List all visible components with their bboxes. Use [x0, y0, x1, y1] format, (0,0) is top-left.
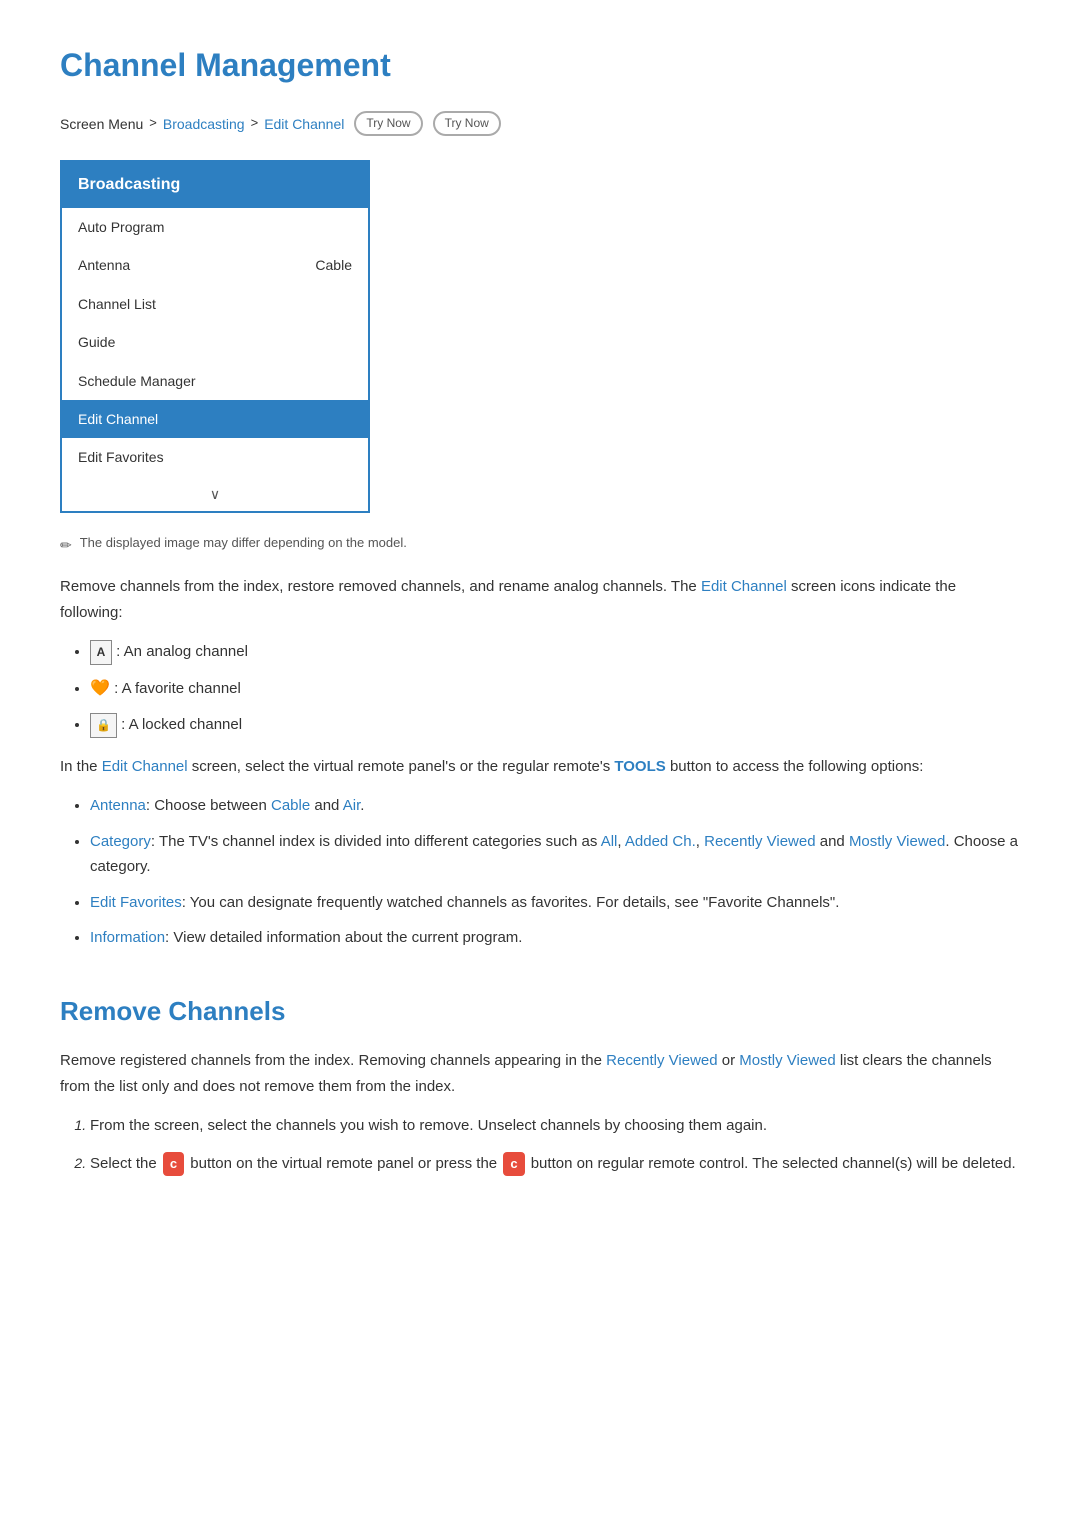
menu-item-edit-channel[interactable]: Edit Channel [62, 400, 368, 438]
menu-item-label: Auto Program [78, 216, 164, 238]
option-recently-viewed-link[interactable]: Recently Viewed [704, 833, 815, 850]
breadcrumb-link-broadcasting[interactable]: Broadcasting [163, 113, 245, 135]
menu-item-label: Guide [78, 331, 115, 353]
menu-item-channel-list[interactable]: Channel List [62, 285, 368, 323]
menu-item-value: Cable [315, 254, 352, 276]
option-information: Information: View detailed information a… [90, 925, 1020, 951]
edit-channel-link-1[interactable]: Edit Channel [701, 578, 787, 595]
menu-item-label: Schedule Manager [78, 370, 196, 392]
page-title: Channel Management [60, 40, 1020, 91]
breadcrumb-sep2: > [251, 113, 259, 134]
mostly-viewed-link[interactable]: Mostly Viewed [739, 1052, 835, 1069]
note-text: The displayed image may differ depending… [80, 533, 407, 554]
tools-paragraph: In the Edit Channel screen, select the v… [60, 754, 1020, 780]
option-mostly-viewed-link[interactable]: Mostly Viewed [849, 833, 945, 850]
step-1: From the screen, select the channels you… [90, 1113, 1020, 1139]
option-air-link[interactable]: Air [343, 797, 361, 814]
step-2: Select the c button on the virtual remot… [90, 1151, 1020, 1177]
menu-item-label: Edit Favorites [78, 446, 164, 468]
steps-list: From the screen, select the channels you… [90, 1113, 1020, 1176]
section2-intro: Remove registered channels from the inde… [60, 1048, 1020, 1099]
analog-icon: A [90, 640, 112, 664]
pencil-icon: ✏ [60, 534, 72, 556]
menu-item-label: Channel List [78, 293, 156, 315]
icon-description: : A favorite channel [114, 680, 241, 697]
option-edit-favorites: Edit Favorites: You can designate freque… [90, 890, 1020, 916]
menu-item-edit-favorites[interactable]: Edit Favorites [62, 438, 368, 476]
tools-label: TOOLS [614, 758, 665, 775]
breadcrumb-start: Screen Menu [60, 113, 143, 135]
icon-description: : An analog channel [116, 643, 248, 660]
try-now-button-1[interactable]: Try Now [354, 111, 422, 136]
option-antenna-link[interactable]: Antenna [90, 797, 146, 814]
model-note: ✏ The displayed image may differ dependi… [60, 533, 1020, 556]
menu-item-antenna[interactable]: Antenna Cable [62, 246, 368, 284]
section2-title: Remove Channels [60, 991, 1020, 1033]
option-antenna: Antenna: Choose between Cable and Air. [90, 793, 1020, 819]
icon-list-item-favorite: 🧡 : A favorite channel [90, 675, 1020, 702]
try-now-button-2[interactable]: Try Now [433, 111, 501, 136]
menu-item-label: Edit Channel [78, 408, 158, 430]
option-category-link[interactable]: Category [90, 833, 151, 850]
menu-chevron[interactable]: ∨ [62, 477, 368, 511]
intro-paragraph: Remove channels from the index, restore … [60, 574, 1020, 625]
option-information-link[interactable]: Information [90, 929, 165, 946]
icon-list-item-locked: 🔒 : A locked channel [90, 712, 1020, 738]
c-button-remote: c [503, 1152, 524, 1176]
broadcasting-menu: Broadcasting Auto Program Antenna Cable … [60, 160, 370, 513]
c-button-virtual: c [163, 1152, 184, 1176]
heart-icon: 🧡 [90, 675, 110, 702]
breadcrumb-link-edit-channel[interactable]: Edit Channel [264, 113, 344, 135]
option-category: Category: The TV's channel index is divi… [90, 829, 1020, 880]
menu-item-guide[interactable]: Guide [62, 323, 368, 361]
options-list: Antenna: Choose between Cable and Air. C… [90, 793, 1020, 951]
menu-header: Broadcasting [62, 162, 368, 208]
edit-channel-link-2[interactable]: Edit Channel [102, 758, 188, 775]
icon-list-item-analog: A : An analog channel [90, 639, 1020, 665]
breadcrumb: Screen Menu > Broadcasting > Edit Channe… [60, 111, 1020, 136]
menu-item-label: Antenna [78, 254, 130, 276]
recently-viewed-link[interactable]: Recently Viewed [606, 1052, 717, 1069]
menu-item-schedule-manager[interactable]: Schedule Manager [62, 362, 368, 400]
lock-icon: 🔒 [90, 713, 117, 737]
option-cable-link[interactable]: Cable [271, 797, 310, 814]
option-edit-favorites-link[interactable]: Edit Favorites [90, 894, 182, 911]
option-added-ch-link[interactable]: Added Ch. [625, 833, 696, 850]
menu-item-auto-program[interactable]: Auto Program [62, 208, 368, 246]
icon-list: A : An analog channel 🧡 : A favorite cha… [90, 639, 1020, 737]
breadcrumb-sep1: > [149, 113, 157, 134]
option-all-link[interactable]: All [601, 833, 618, 850]
icon-description: : A locked channel [121, 716, 242, 733]
